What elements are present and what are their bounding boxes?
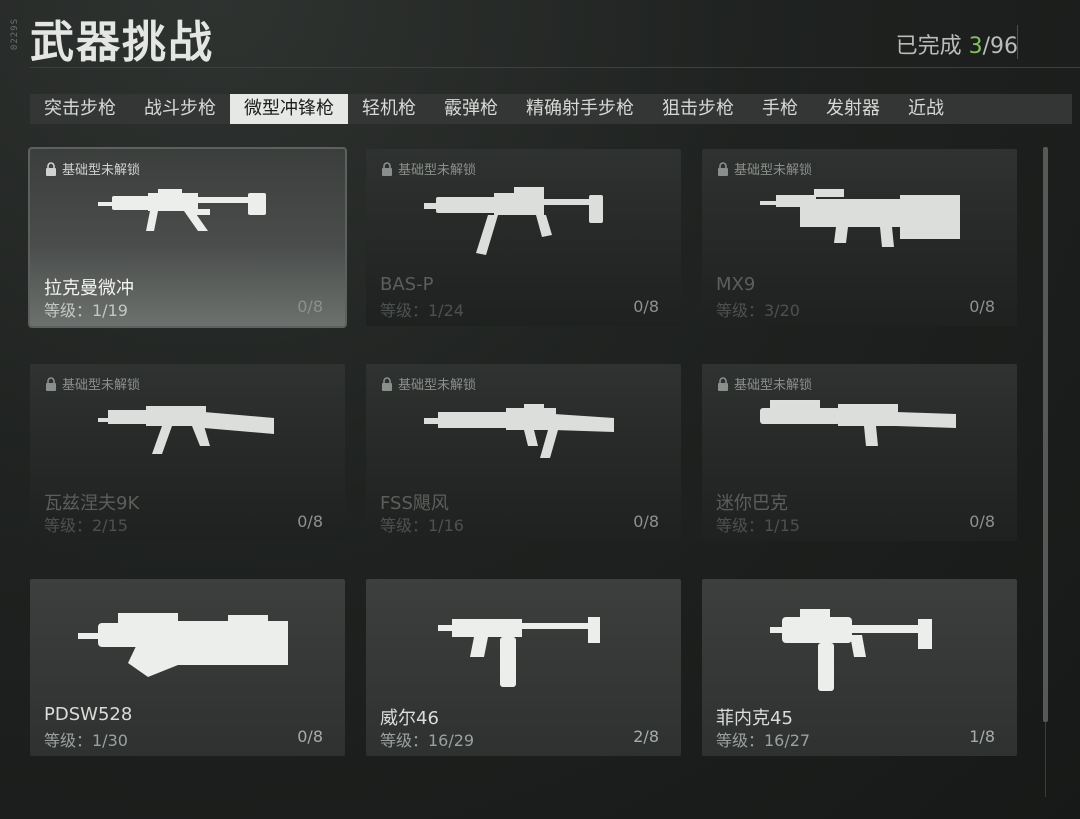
challenge-count: 0/8 (297, 727, 323, 746)
weapon-category-tabs: 突击步枪 战斗步枪 微型冲锋枪 轻机枪 霰弹枪 精确射手步枪 狙击步枪 手枪 发射器 近战 (30, 94, 1072, 124)
progress-total: /96 (982, 34, 1018, 59)
header-divider (30, 67, 1080, 68)
weapon-card[interactable]: 基础型未解锁 FSS飓风 等级：1/16 0/8 (366, 364, 681, 541)
challenge-count: 0/8 (633, 297, 659, 316)
tab-4[interactable]: 霰弹枪 (430, 94, 512, 124)
smg-vityaz-icon (88, 390, 288, 474)
tab-7[interactable]: 手枪 (748, 94, 812, 124)
weapon-card[interactable]: 菲内克45 等级：16/27 1/8 (702, 579, 1017, 756)
smg-mx9-icon (759, 175, 960, 259)
lock-icon (382, 376, 392, 391)
smg-basp-icon (423, 175, 624, 269)
header-separator (1017, 25, 1018, 59)
challenge-count: 0/8 (969, 512, 995, 531)
weapon-card[interactable]: 威尔46 等级：16/29 2/8 (366, 579, 681, 756)
weapon-level: 等级：3/20 (716, 301, 800, 320)
completion-progress: 已完成 3/96 (896, 28, 1018, 60)
lock-icon (46, 161, 56, 176)
smg-vector-icon (769, 605, 950, 699)
weapon-name: PDSW528 (44, 704, 133, 725)
challenge-count: 1/8 (969, 727, 995, 746)
weapon-card[interactable]: 基础型未解锁 迷你巴克 等级：1/15 0/8 (702, 364, 1017, 541)
weapon-level: 等级：16/27 (716, 731, 811, 750)
weapon-card[interactable]: 基础型未解锁 MX9 等级：3/20 0/8 (702, 149, 1017, 326)
lock-icon (718, 161, 728, 176)
challenge-count: 0/8 (633, 512, 659, 531)
tab-8[interactable]: 发射器 (812, 94, 894, 124)
challenge-count: 0/8 (297, 512, 323, 531)
tab-1[interactable]: 战斗步枪 (130, 94, 230, 124)
weapon-name: BAS-P (380, 274, 434, 295)
tab-3[interactable]: 轻机枪 (348, 94, 430, 124)
scrollbar-track[interactable] (1045, 722, 1046, 797)
weapon-card[interactable]: 基础型未解锁 BAS-P 等级：1/24 0/8 (366, 149, 681, 326)
weapon-card[interactable]: PDSW528 等级：1/30 0/8 (30, 579, 345, 756)
challenge-count: 2/8 (633, 727, 659, 746)
smg-mp5-icon (88, 175, 288, 249)
weapon-name: MX9 (716, 274, 756, 295)
tab-9[interactable]: 近战 (894, 94, 958, 124)
smg-mp7-icon (434, 605, 614, 699)
weapon-level: 等级：1/19 (44, 301, 128, 320)
side-tag: 0229S (10, 18, 20, 51)
lock-icon (382, 161, 392, 176)
challenge-count: 0/8 (297, 297, 323, 316)
weapon-card[interactable]: 基础型未解锁 瓦兹涅夫9K 等级：2/15 0/8 (30, 364, 345, 541)
smg-bizon-icon (759, 390, 960, 464)
tab-2[interactable]: 微型冲锋枪 (230, 94, 348, 124)
progress-done: 3 (968, 34, 983, 59)
challenge-count: 0/8 (969, 297, 995, 316)
scrollbar-thumb[interactable] (1043, 147, 1048, 722)
smg-fss-icon (423, 390, 624, 474)
weapon-level: 等级：1/16 (380, 516, 464, 535)
progress-label: 已完成 (895, 34, 969, 59)
weapon-level: 等级：1/24 (380, 301, 464, 320)
lock-icon (46, 376, 56, 391)
page-title: 武器挑战 (30, 17, 214, 68)
weapon-level: 等级：2/15 (44, 516, 128, 535)
tab-6[interactable]: 狙击步枪 (648, 94, 748, 124)
weapon-level: 等级：16/29 (380, 731, 475, 750)
weapon-card[interactable]: 基础型未解锁 拉克曼微冲 等级：1/19 0/8 (28, 147, 347, 328)
tab-5[interactable]: 精确射手步枪 (512, 94, 648, 124)
smg-p90-icon (77, 605, 298, 689)
tab-0[interactable]: 突击步枪 (30, 94, 130, 124)
lock-icon (718, 376, 728, 391)
weapon-level: 等级：1/30 (44, 731, 128, 750)
weapon-level: 等级：1/15 (716, 516, 800, 535)
